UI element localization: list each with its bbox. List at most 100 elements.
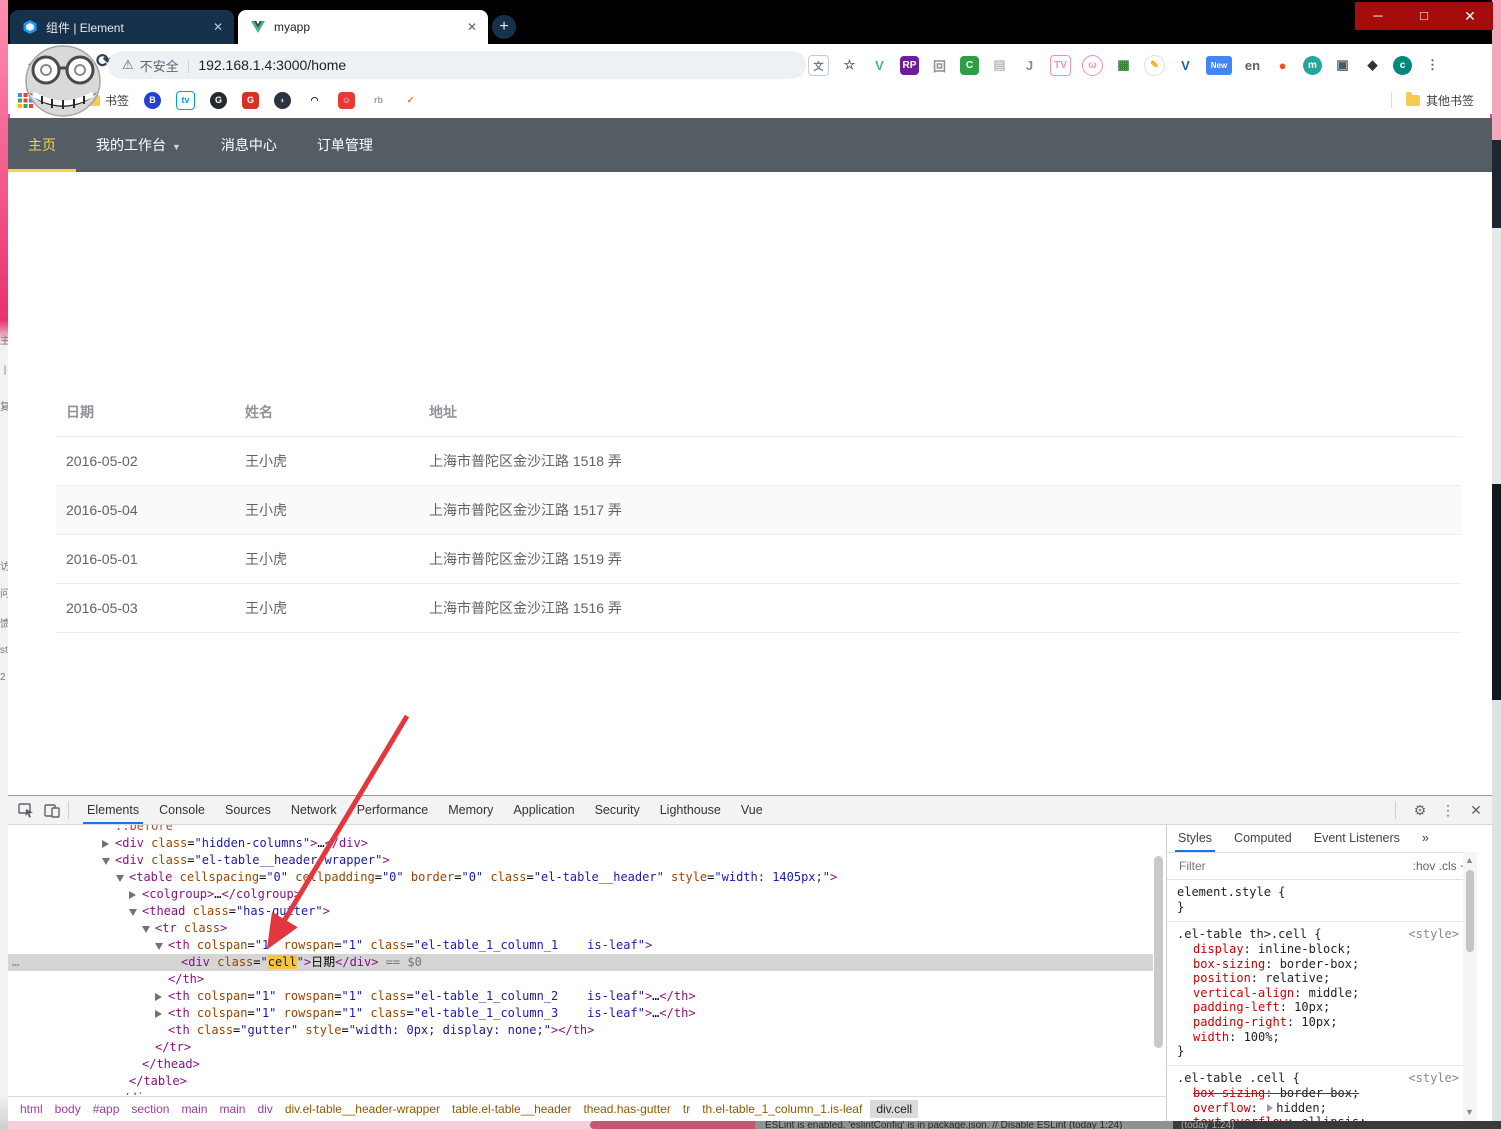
devtools-tab-vue[interactable]: Vue (731, 796, 773, 824)
baidu-bookmark[interactable]: B (144, 91, 162, 109)
devtools-settings-icon[interactable]: ⚙ (1408, 802, 1432, 819)
dom-node[interactable]: <th colspan="1" rowspan="1" class="el-ta… (8, 988, 1153, 1005)
expand-arrow-right-icon[interactable] (102, 840, 109, 848)
new-tab-button[interactable]: + (492, 15, 516, 39)
dom-node[interactable]: </thead> (8, 1056, 1153, 1073)
dom-node[interactable]: <th colspan="1" rowspan="1" class="el-ta… (8, 1005, 1153, 1022)
dolphin-bookmark[interactable]: ◗ (274, 91, 292, 109)
expand-arrow-down-icon[interactable] (142, 926, 150, 933)
dom-node[interactable]: </th> (8, 971, 1153, 988)
geek-bookmark[interactable]: G (242, 91, 260, 109)
profile-avatar[interactable]: c (1393, 55, 1412, 75)
devtools-tab-memory[interactable]: Memory (438, 796, 503, 824)
breadcrumb-item[interactable]: main (219, 1102, 245, 1116)
devtools-tab-sources[interactable]: Sources (215, 796, 281, 824)
breadcrumb-item[interactable]: div.cell (870, 1100, 919, 1118)
css-property[interactable]: padding-left: 10px; (1167, 1000, 1477, 1015)
inspect-element-icon[interactable] (18, 802, 34, 818)
en-icon[interactable]: en (1243, 56, 1262, 75)
rule-origin-link[interactable]: <style> (1408, 927, 1459, 941)
board-icon[interactable]: ▦ (1114, 56, 1133, 75)
nav-item-消息中心[interactable]: 消息中心 (201, 118, 297, 172)
breadcrumb-item[interactable]: #app (93, 1102, 120, 1116)
pen-icon[interactable]: ✎ (1144, 54, 1165, 76)
expand-arrow-down-icon[interactable] (102, 858, 110, 865)
table-row[interactable]: 2016-05-02 王小虎 上海市普陀区金沙江路 1518 弄 (56, 437, 1461, 486)
sidebar-tab-event-listeners[interactable]: Event Listeners (1303, 825, 1411, 852)
devtools-close-icon[interactable]: ✕ (1464, 802, 1488, 819)
rule-origin-link[interactable]: <style> (1408, 1071, 1459, 1085)
maximize-button[interactable]: □ (1401, 2, 1447, 30)
devtools-tab-security[interactable]: Security (585, 796, 650, 824)
css-property[interactable]: padding-right: 10px; (1167, 1015, 1477, 1030)
nav-item-主页[interactable]: 主页 (8, 118, 76, 172)
device-toolbar-icon[interactable] (44, 802, 60, 818)
dom-node[interactable]: <th class="gutter" style="width: 0px; di… (8, 1022, 1153, 1039)
tv-pink-icon[interactable]: TV (1050, 54, 1071, 76)
expand-arrow-down-icon[interactable] (129, 909, 137, 916)
breadcrumb-item[interactable]: main (181, 1102, 207, 1116)
security-warning-icon[interactable]: ⚠ (122, 57, 134, 73)
table-row[interactable]: 2016-05-03 王小虎 上海市普陀区金沙江路 1516 弄 (56, 584, 1461, 633)
css-selector[interactable]: element.style { (1167, 885, 1477, 900)
expand-arrow-right-icon[interactable] (155, 1010, 162, 1018)
bilibili-bookmark[interactable]: tv (176, 90, 196, 110)
minimize-button[interactable]: ─ (1355, 2, 1401, 30)
expand-value-icon[interactable] (1267, 1103, 1274, 1112)
pc-icon[interactable]: ▣ (1333, 56, 1352, 75)
css-property[interactable]: width: 100%; (1167, 1030, 1477, 1045)
rabbit-bookmark[interactable]: rb (370, 91, 388, 109)
v-blue-icon[interactable]: V (1176, 56, 1195, 75)
devtools-tab-elements[interactable]: Elements (77, 796, 149, 824)
breadcrumb-item[interactable]: body (55, 1102, 81, 1116)
clip-icon[interactable]: 回 (930, 56, 949, 75)
css-property[interactable]: box-sizing: border-box; (1167, 957, 1477, 972)
devtools-menu-icon[interactable]: ⋮ (1436, 802, 1460, 819)
huya-bookmark[interactable]: ☺ (338, 91, 356, 109)
dom-node[interactable]: ::before (8, 825, 1153, 835)
dom-tree-scrollbar[interactable] (1153, 826, 1164, 1095)
java-icon[interactable]: J (1020, 56, 1039, 75)
tab-close-icon[interactable]: ✕ (210, 20, 226, 34)
pseudo-state-controls[interactable]: :hov .cls + (1413, 859, 1467, 873)
css-property[interactable]: vertical-align: middle; (1167, 986, 1477, 1001)
sidebar-tab-styles[interactable]: Styles (1167, 825, 1223, 852)
breadcrumb-item[interactable]: html (20, 1102, 43, 1116)
new-badge-icon[interactable]: New (1206, 55, 1232, 75)
dom-node[interactable]: <colgroup>…</colgroup> (8, 886, 1153, 903)
dom-node-selected[interactable]: … <div class="cell">日期</div> == $0 (8, 954, 1153, 971)
expand-arrow-right-icon[interactable] (155, 993, 162, 1001)
breadcrumb-item[interactable]: th.el-table_1_column_1.is-leaf (702, 1102, 862, 1116)
close-button[interactable]: ✕ (1447, 2, 1493, 30)
devtools-tab-network[interactable]: Network (281, 796, 347, 824)
browser-tab-element[interactable]: 组件 | Element ✕ (10, 10, 234, 44)
css-property[interactable]: box-sizing: border-box; (1167, 1086, 1477, 1101)
security-label[interactable]: 不安全 (140, 56, 179, 75)
check-bookmark[interactable]: ✓ (402, 91, 420, 109)
scroll-down-icon[interactable]: ▼ (1465, 1107, 1474, 1117)
expand-arrow-down-icon[interactable] (155, 943, 163, 950)
css-property[interactable]: overflow: hidden; (1167, 1101, 1477, 1116)
devtools-tab-console[interactable]: Console (149, 796, 215, 824)
dom-node[interactable]: <table cellspacing="0" cellpadding="0" b… (8, 869, 1153, 886)
address-bar[interactable]: ⚠ 不安全 | 192.168.1.4:3000/home (108, 51, 806, 79)
breadcrumb-item[interactable]: div.el-table__header-wrapper (285, 1102, 440, 1116)
translate-icon[interactable]: 文 (808, 54, 829, 76)
colorzilla-icon[interactable]: C (960, 55, 979, 75)
breadcrumb-item[interactable]: div (257, 1102, 272, 1116)
expand-arrow-right-icon[interactable] (129, 891, 136, 899)
breadcrumb-item[interactable]: section (131, 1102, 169, 1116)
scroll-up-icon[interactable]: ▲ (1465, 855, 1474, 865)
vue-devtools-icon[interactable]: V (870, 56, 889, 75)
scrollbar-thumb[interactable] (1466, 870, 1474, 952)
sidebar-tab--[interactable]: » (1411, 825, 1440, 852)
dom-node[interactable]: <tr class> (8, 920, 1153, 937)
styles-scrollbar[interactable]: ▲ ▼ (1463, 852, 1477, 1121)
css-property[interactable]: position: relative; (1167, 971, 1477, 986)
nav-item-我的工作台[interactable]: 我的工作台 ▼ (76, 118, 201, 172)
bookmark-star-icon[interactable]: ☆ (840, 56, 859, 75)
styles-filter-input[interactable] (1177, 858, 1413, 874)
devtools-tab-application[interactable]: Application (503, 796, 584, 824)
css-property[interactable]: display: inline-block; (1167, 942, 1477, 957)
other-bookmarks[interactable]: 其他书签 (1390, 86, 1474, 114)
